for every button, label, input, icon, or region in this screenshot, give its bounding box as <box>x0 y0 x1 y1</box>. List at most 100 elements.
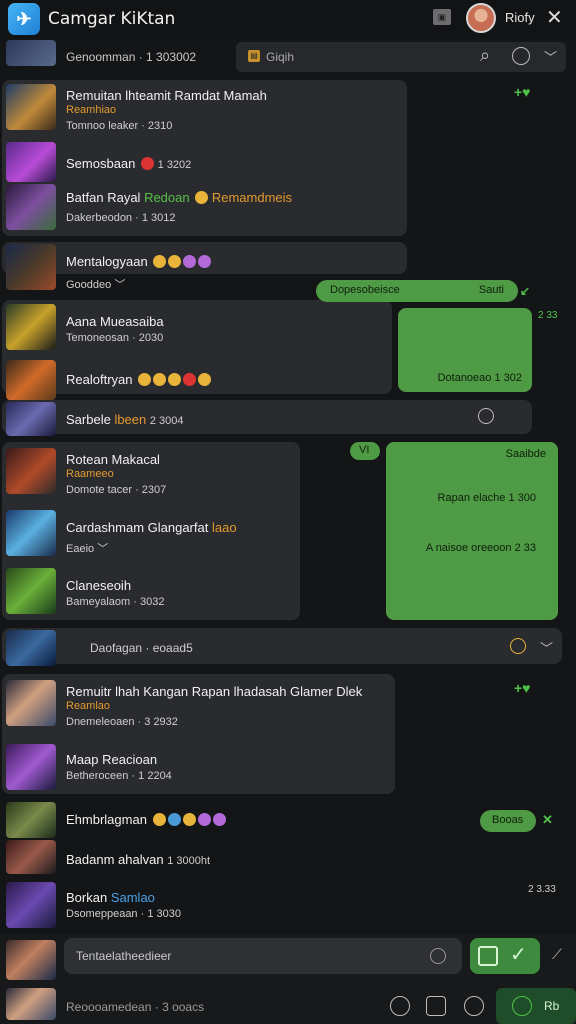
list-item[interactable]: Daofagan · eoaad5 ﹀ <box>0 626 560 678</box>
chevron-down-icon[interactable]: ﹀ <box>544 47 557 66</box>
chat-title: Mentalogyaan <box>66 254 212 269</box>
chat-subtitle: Reamlao <box>66 700 111 712</box>
chat-subtitle: laao <box>211 520 237 535</box>
message-input[interactable]: Tentaelatheedieer <box>64 938 462 974</box>
chat-title-text: Borkan <box>66 890 108 905</box>
chat-title: Remuitan lhteamit Ramdat Mamah <box>66 88 267 103</box>
chat-avatar <box>6 448 56 494</box>
chat-avatar <box>6 744 56 790</box>
chat-avatar <box>6 940 56 980</box>
chat-subtitle: Redoan <box>144 190 190 205</box>
chat-avatar <box>6 360 56 400</box>
chat-title: Remuitr lhah Kangan Rapan lhadasah Glame… <box>66 684 363 699</box>
chip-text: VI <box>359 444 370 456</box>
list-item[interactable]: Remuitr lhah Kangan Rapan lhadasah Glame… <box>0 678 393 730</box>
reaction-icon <box>212 813 226 826</box>
chat-avatar <box>6 510 56 556</box>
message-bubble[interactable]: Dotanoeao 1 302 <box>398 308 532 392</box>
chat-title-text: Sarbele <box>66 412 111 427</box>
list-item[interactable]: Batfan Rayal Redoan Remamdmeis Dakerbeod… <box>0 180 405 232</box>
bottom-preview: Reoooamedean · 3 ooacs <box>66 1000 205 1014</box>
list-item[interactable]: Remuitan lhteamit Ramdat Mamah Reamhiao … <box>0 82 405 134</box>
chat-title: Aana Mueasaiba <box>66 314 164 329</box>
reaction-icon <box>153 373 167 386</box>
check-icon: ↙ <box>520 284 531 298</box>
chat-title: Claneseoih <box>66 578 132 593</box>
reaction-icon <box>182 813 196 826</box>
compass-icon[interactable] <box>390 996 410 1016</box>
attach-icon[interactable] <box>478 946 498 966</box>
list-item[interactable]: Borkan Samlao Dsomeppeaan · 1 3030 <box>0 880 400 932</box>
reaction-icon <box>195 191 209 204</box>
close-icon[interactable]: ✕ <box>542 812 553 828</box>
chat-avatar <box>6 184 56 230</box>
list-item[interactable]: Aana Mueasaiba Temoneosan · 2030 <box>0 302 390 354</box>
message-time: 2 3.33 <box>528 884 556 895</box>
chat-meta: Temoneosan · 2030 <box>66 332 164 344</box>
message-chip[interactable]: VI <box>350 442 380 460</box>
chat-avatar <box>6 244 56 290</box>
chat-title: Realoftryan <box>66 372 212 387</box>
reaction-icon <box>198 373 212 386</box>
chat-meta: Betheroceen · 1 2204 <box>66 770 172 782</box>
chat-title: Borkan Samlao <box>66 890 155 905</box>
chat-avatar <box>6 680 56 726</box>
app-logo-icon: ✈ <box>8 3 40 35</box>
clock-icon[interactable] <box>430 948 446 964</box>
call-icon[interactable] <box>512 996 532 1016</box>
call-label: Rb <box>544 999 560 1013</box>
message-pill[interactable]: Dopesobeisce Sauti <box>316 280 518 302</box>
chevron-down-icon[interactable]: ﹀ <box>97 543 108 555</box>
chat-tag: Remamdmeis <box>211 190 293 205</box>
heart-icon[interactable]: +♥ <box>514 84 531 100</box>
message-sender: Saaibde <box>505 448 546 460</box>
chat-subtitle: Reamhiao <box>66 104 117 116</box>
chat-title-text: Semosbaan <box>66 156 136 171</box>
title-bar: ✈ Camgar KiKtan ▣ Riofy ✕ <box>0 0 576 38</box>
heart-icon[interactable]: +♥ <box>514 680 531 696</box>
reaction-icon <box>168 373 182 386</box>
close-icon[interactable]: ✕ <box>546 5 563 30</box>
chat-meta: Bameyalaom · 3032 <box>66 596 165 608</box>
chat-title: Maap Reacioan <box>66 752 158 767</box>
emoji-icon[interactable] <box>512 47 530 65</box>
list-item[interactable]: Claneseoih Bameyalaom · 3032 <box>0 566 298 618</box>
message-pill[interactable]: Booas <box>480 810 536 832</box>
input-placeholder: Tentaelatheedieer <box>76 949 172 963</box>
chat-subtitle: lbeen <box>114 412 147 427</box>
reaction-icon <box>138 373 152 386</box>
user-avatar[interactable] <box>466 3 496 33</box>
list-item[interactable]: Cardashmam Glangarfat laao Eaeio ﹀ <box>0 508 298 560</box>
refresh-icon[interactable] <box>464 996 484 1016</box>
chevron-down-icon[interactable]: ﹀ <box>540 638 553 657</box>
message-text: Dotanoeao 1 302 <box>437 372 522 384</box>
chat-avatar <box>6 142 56 182</box>
chat-title: Badanm ahalvan 1 3000ht <box>66 852 210 867</box>
chat-avatar[interactable] <box>6 40 56 66</box>
send-icon[interactable]: ✓ <box>510 942 527 967</box>
search-icon[interactable]: ⌕ <box>480 45 490 66</box>
chat-title: Sarbele lbeen 2 3004 <box>66 412 184 427</box>
search-input[interactable]: ▤ Giqih ⌕ ﹀ <box>236 42 566 72</box>
list-item[interactable]: Rotean Makacal Raameeo Domote tacer · 23… <box>0 446 298 498</box>
search-row: Genoomman · 1 303002 ▤ Giqih ⌕ ﹀ <box>0 40 576 72</box>
camera-icon[interactable]: ▣ <box>433 9 451 25</box>
chat-subtitle: Samlao <box>110 890 155 905</box>
chat-avatar <box>6 802 56 838</box>
filter-icon: ▤ <box>248 50 260 62</box>
chat-avatar <box>6 840 56 874</box>
emoji-icon[interactable] <box>478 408 494 424</box>
list-item[interactable]: Maap Reacioan Betheroceen · 1 2204 <box>0 742 393 794</box>
message-bubble[interactable]: Saaibde Rapan elache 1 300 A naisoe oree… <box>386 442 558 620</box>
emoji-icon[interactable] <box>510 638 526 654</box>
user-name: Riofy <box>505 10 535 25</box>
chat-avatar <box>6 304 56 350</box>
chevron-down-icon[interactable]: ﹀ <box>114 279 125 291</box>
more-icon[interactable]: ⟋ <box>552 946 562 963</box>
gallery-icon[interactable] <box>426 996 446 1016</box>
chat-title: Batfan Rayal Redoan Remamdmeis <box>66 190 292 205</box>
call-group: Rb <box>496 988 576 1024</box>
app-title: Camgar KiKtan <box>48 9 176 29</box>
chat-meta: Dsomeppeaan · 1 3030 <box>66 908 181 920</box>
chat-meta-text: Eaeio <box>66 543 95 555</box>
